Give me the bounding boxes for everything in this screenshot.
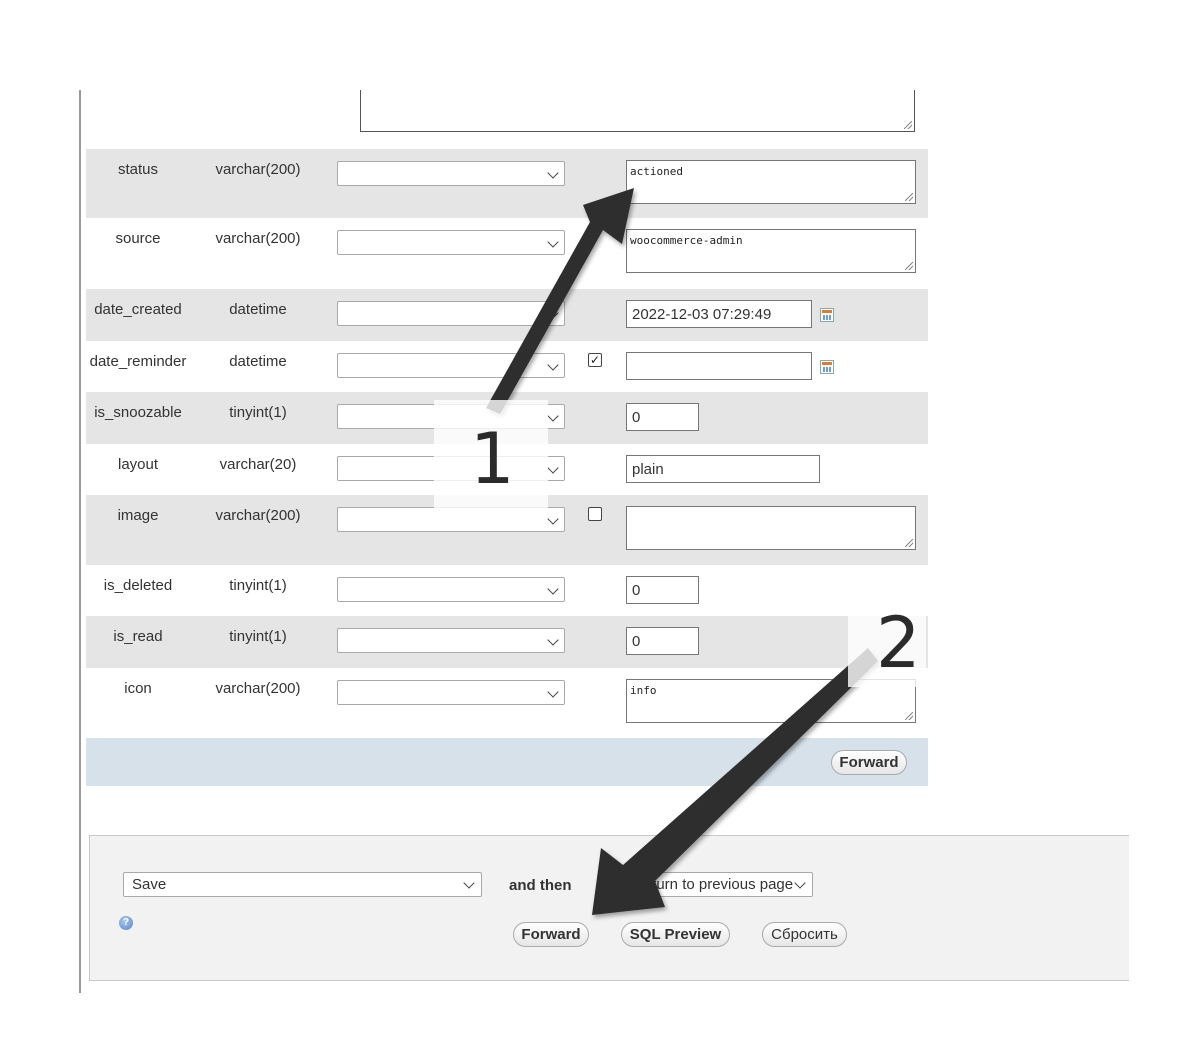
field-row-date_reminder: date_reminder datetime ✓ — [86, 341, 928, 392]
field-type: varchar(200) — [215, 680, 301, 697]
forward-button[interactable]: Forward — [513, 922, 589, 947]
field-name: source — [115, 230, 161, 247]
value-text: actioned — [630, 165, 683, 178]
value-text: info — [630, 684, 657, 697]
chevron-down-icon — [547, 307, 559, 319]
resize-grip-icon[interactable] — [905, 712, 913, 720]
field-name: layout — [117, 456, 159, 473]
chevron-down-icon — [547, 462, 559, 474]
chevron-down-icon — [547, 410, 559, 422]
function-select[interactable] — [337, 230, 565, 255]
field-type: tinyint(1) — [229, 577, 287, 594]
value-field-is_snoozable[interactable]: 0 — [626, 403, 699, 431]
function-select[interactable] — [337, 507, 565, 532]
function-select[interactable] — [337, 301, 565, 326]
field-row-icon: icon varchar(200) info — [86, 668, 928, 738]
field-name: is_read — [113, 628, 163, 645]
previous-field-textarea[interactable] — [360, 90, 915, 132]
value-field-date_created[interactable]: 2022-12-03 07:29:49 — [626, 300, 812, 328]
function-select[interactable] — [337, 628, 565, 653]
resize-grip-icon[interactable] — [905, 193, 913, 201]
chevron-down-icon — [547, 686, 559, 698]
field-row-status: status varchar(200) actioned — [86, 149, 928, 218]
function-select[interactable] — [337, 353, 565, 378]
null-checkbox[interactable] — [588, 507, 602, 521]
field-name: icon — [124, 680, 152, 697]
and-then-label: and then — [509, 877, 572, 894]
value-field-date_reminder[interactable] — [626, 352, 812, 380]
field-name: image — [117, 507, 159, 524]
value-field-is_deleted[interactable]: 0 — [626, 576, 699, 604]
action-panel: Save and then Return to previous page ? … — [89, 835, 1129, 981]
resize-grip-icon[interactable] — [904, 121, 912, 129]
chevron-down-icon — [547, 236, 559, 248]
field-type: varchar(200) — [215, 507, 301, 524]
value-field-image[interactable] — [626, 506, 916, 550]
value-field-status[interactable]: actioned — [626, 160, 916, 204]
sql-preview-button[interactable]: SQL Preview — [621, 922, 730, 947]
chevron-down-icon — [463, 877, 475, 889]
calendar-icon[interactable] — [820, 360, 834, 374]
field-type: varchar(20) — [219, 456, 297, 473]
field-name: date_created — [94, 301, 182, 318]
field-row-is_read: is_read tinyint(1) 0 — [86, 616, 928, 668]
action-select[interactable]: Save — [123, 872, 482, 897]
after-insert-select[interactable]: Return to previous page — [624, 872, 813, 897]
chevron-down-icon — [794, 877, 806, 889]
field-name: is_deleted — [103, 577, 173, 594]
resize-grip-icon[interactable] — [905, 539, 913, 547]
value-field-is_read[interactable]: 0 — [626, 627, 699, 655]
chevron-down-icon — [547, 513, 559, 525]
chevron-down-icon — [547, 583, 559, 595]
after-insert-select-value: Return to previous page — [633, 876, 794, 893]
value-field-layout[interactable]: plain — [626, 455, 820, 483]
function-select[interactable] — [337, 577, 565, 602]
reset-button[interactable]: Сбросить — [762, 922, 847, 947]
left-border-line — [79, 90, 81, 993]
forward-bar: Forward — [86, 738, 928, 786]
annotation-label-1: 1 — [470, 418, 515, 500]
value-field-source[interactable]: woocommerce-admin — [626, 229, 916, 273]
field-row-source: source varchar(200) woocommerce-admin — [86, 218, 928, 289]
field-type: datetime — [229, 353, 287, 370]
field-name: status — [117, 161, 159, 178]
chevron-down-icon — [547, 634, 559, 646]
calendar-icon[interactable] — [820, 308, 834, 322]
null-checkbox[interactable]: ✓ — [588, 353, 602, 367]
field-name: date_reminder — [89, 353, 187, 370]
function-select[interactable] — [337, 680, 565, 705]
field-row-date_created: date_created datetime 2022-12-03 07:29:49 — [86, 289, 928, 341]
action-select-value: Save — [132, 876, 167, 893]
field-type: datetime — [229, 301, 287, 318]
field-type: tinyint(1) — [229, 404, 287, 421]
chevron-down-icon — [547, 359, 559, 371]
field-type: varchar(200) — [215, 161, 301, 178]
help-icon[interactable]: ? — [119, 916, 133, 930]
resize-grip-icon[interactable] — [905, 262, 913, 270]
field-type: tinyint(1) — [229, 628, 287, 645]
chevron-down-icon — [547, 167, 559, 179]
field-row-is_deleted: is_deleted tinyint(1) 0 — [86, 565, 928, 616]
forward-button-top[interactable]: Forward — [831, 750, 907, 775]
annotation-label-2: 2 — [876, 602, 921, 684]
field-name: is_snoozable — [94, 404, 182, 421]
function-select[interactable] — [337, 161, 565, 186]
field-type: varchar(200) — [215, 230, 301, 247]
value-text: woocommerce-admin — [630, 234, 743, 247]
